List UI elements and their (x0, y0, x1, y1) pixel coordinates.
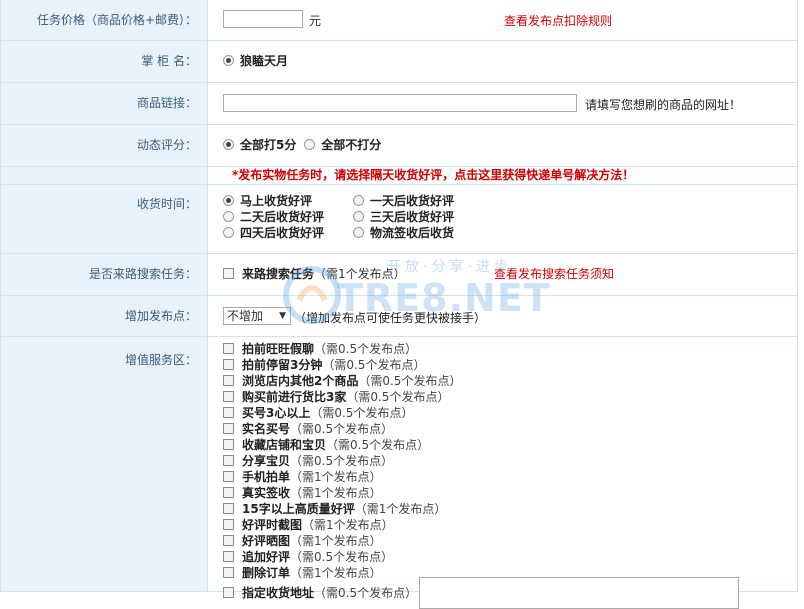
service-item[interactable]: 追加好评（需0.5个发布点） (223, 549, 797, 565)
service-checkbox[interactable] (223, 407, 234, 418)
receipt-3day-radio[interactable] (353, 211, 364, 222)
product-link-hint: 请填写您想刷的商品的网址！ (585, 98, 742, 112)
search-task-notice-link[interactable]: 查看发布搜索任务须知 (494, 254, 614, 295)
receipt-row: 收货时间： 马上收货好评 一天后收货好评 二天后收货好评 三天后收货好评 四天后收货… (1, 185, 797, 254)
receipt-label: 收货时间： (1, 185, 208, 253)
task-price-label: 任务价格（商品价格+邮费）： (1, 0, 208, 40)
receipt-logistics-radio[interactable] (353, 227, 364, 238)
service-item[interactable]: 拍前停留3分钟（需0.5个发布点） (223, 357, 797, 373)
service-checkbox[interactable] (223, 471, 234, 482)
service-checkbox[interactable] (223, 503, 234, 514)
receipt-now-radio[interactable] (223, 195, 234, 206)
service-checkbox[interactable] (223, 487, 234, 498)
search-task-label: 是否来路搜索任务： (1, 254, 208, 295)
service-checkbox[interactable] (223, 439, 234, 450)
service-checkbox[interactable] (223, 343, 234, 354)
task-price-input[interactable] (223, 10, 303, 28)
rating-row: 动态评分： 全部打5分 全部不打分 (1, 125, 797, 167)
task-price-row: 任务价格（商品价格+邮费）： 元 查看发布点扣除规则 (1, 0, 797, 41)
receipt-1day-radio[interactable] (353, 195, 364, 206)
shopkeeper-radio[interactable] (223, 55, 234, 66)
task-price-unit: 元 (309, 14, 322, 28)
express-notice-link[interactable]: *发布实物任务时，请选择隔天收货好评，点击这里获得快递单号解决方法！ (232, 168, 634, 182)
receipt-option: 一天后收货好评 (370, 194, 455, 208)
service-checkbox[interactable] (223, 587, 234, 598)
product-link-row: 商品链接： 请填写您想刷的商品的网址！ (1, 83, 797, 125)
shopkeeper-name: 狼瞌天月 (240, 54, 289, 68)
receipt-option: 四天后收货好评 (240, 226, 325, 240)
service-item[interactable]: 好评晒图（需1个发布点） (223, 533, 797, 549)
task-form: 任务价格（商品价格+邮费）： 元 查看发布点扣除规则 掌 柜 名： 狼瞌天月 商… (0, 0, 798, 609)
search-task-option: 来路搜索任务 (242, 267, 315, 281)
service-checkbox[interactable] (223, 551, 234, 562)
chevron-down-icon: ▼ (279, 311, 286, 321)
service-item[interactable]: 购买前进行货比3家（需0.5个发布点） (223, 389, 797, 405)
deduction-rules-link[interactable]: 查看发布点扣除规则 (504, 12, 612, 29)
add-points-selected: 不增加 (227, 309, 264, 323)
service-item[interactable]: 分享宝贝（需0.5个发布点） (223, 453, 797, 469)
service-item[interactable]: 拍前旺旺假聊（需0.5个发布点） (223, 341, 797, 357)
service-item[interactable]: 实名买号（需0.5个发布点） (223, 421, 797, 437)
rating-none-radio[interactable] (304, 139, 316, 150)
receipt-4day-radio[interactable] (223, 227, 234, 238)
receipt-2day-radio[interactable] (223, 211, 234, 222)
receipt-option: 二天后收货好评 (240, 210, 325, 224)
shopkeeper-row: 掌 柜 名： 狼瞌天月 (1, 41, 797, 83)
service-checkbox[interactable] (223, 375, 234, 386)
service-item[interactable]: 15字以上高质量好评（需1个发布点） (223, 501, 797, 517)
rating-5-label: 全部打5分 (240, 138, 297, 152)
add-points-hint: （增加发布点可使任务更快被接手） (294, 311, 487, 325)
service-item[interactable]: 买号3心以上（需0.5个发布点） (223, 405, 797, 421)
receipt-option: 三天后收货好评 (370, 210, 455, 224)
product-link-input[interactable] (223, 94, 577, 112)
service-checkbox[interactable] (223, 423, 234, 434)
address-textarea[interactable] (419, 577, 739, 609)
service-checkbox[interactable] (223, 391, 234, 402)
add-points-select[interactable]: 不增加 ▼ (223, 307, 291, 325)
service-item[interactable]: 真实签收（需1个发布点） (223, 485, 797, 501)
service-item[interactable]: 浏览店内其他2个商品（需0.5个发布点） (223, 373, 797, 389)
receipt-option: 物流签收后收货 (370, 226, 455, 240)
product-link-label: 商品链接： (1, 83, 208, 124)
search-task-cost: （需1个发布点） (314, 267, 406, 281)
service-checkbox[interactable] (223, 455, 234, 466)
receipt-option: 马上收货好评 (240, 194, 313, 208)
service-checkbox[interactable] (223, 567, 234, 578)
services-label: 增值服务区： (1, 337, 208, 591)
notice-row: *发布实物任务时，请选择隔天收货好评，点击这里获得快递单号解决方法！ (1, 167, 797, 185)
add-points-row: 增加发布点： 不增加 ▼ （增加发布点可使任务更快被接手） (1, 296, 797, 337)
services-row: 增值服务区： 拍前旺旺假聊（需0.5个发布点） 拍前停留3分钟（需0.5个发布点… (1, 337, 797, 609)
service-item[interactable]: 收藏店铺和宝贝（需0.5个发布点） (223, 437, 797, 453)
rating-label: 动态评分： (1, 125, 208, 166)
service-item[interactable]: 手机拍单（需1个发布点） (223, 469, 797, 485)
search-task-row: 是否来路搜索任务： 来路搜索任务（需1个发布点） 查看发布搜索任务须知 (1, 254, 797, 296)
rating-5-radio[interactable] (223, 139, 234, 150)
rating-none-label: 全部不打分 (321, 138, 382, 152)
service-checkbox[interactable] (223, 519, 234, 530)
add-points-label: 增加发布点： (1, 296, 208, 336)
service-checkbox[interactable] (223, 359, 234, 370)
shopkeeper-label: 掌 柜 名： (1, 41, 208, 82)
service-checkbox[interactable] (223, 535, 234, 546)
search-task-checkbox[interactable] (223, 268, 234, 279)
service-item[interactable]: 好评时截图（需1个发布点） (223, 517, 797, 533)
